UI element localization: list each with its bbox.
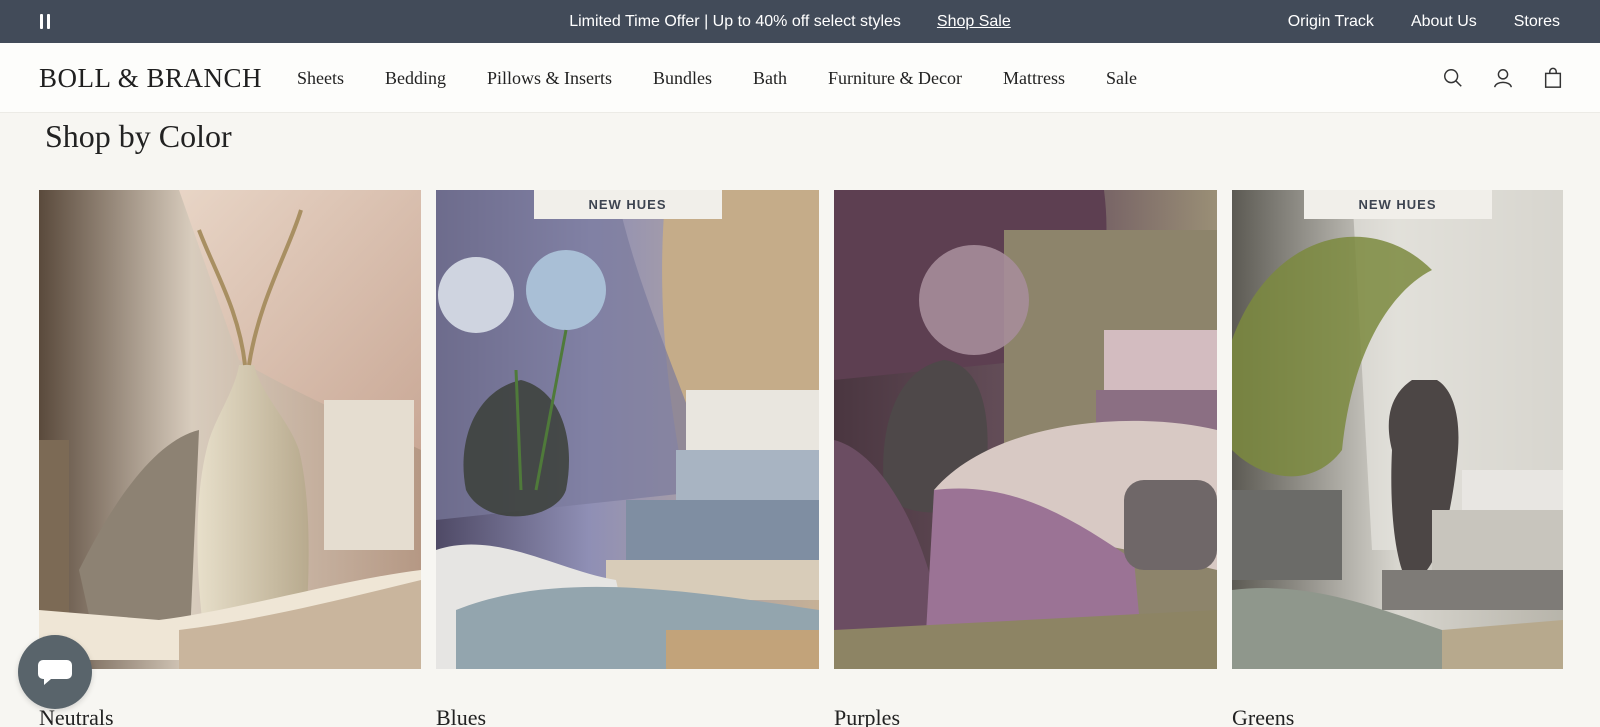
nav-item-bedding[interactable]: Bedding <box>385 68 446 89</box>
utility-link-stores[interactable]: Stores <box>1514 13 1560 31</box>
chat-icon <box>38 660 72 685</box>
neutrals-photo <box>39 190 421 669</box>
purples-photo <box>834 190 1217 669</box>
new-hues-badge: NEW HUES <box>1303 190 1492 219</box>
nav-item-pillows-inserts[interactable]: Pillows & Inserts <box>487 68 612 89</box>
brand-logo[interactable]: BOLL & BRANCH <box>39 63 262 94</box>
site-header: BOLL & BRANCH Sheets Bedding Pillows & I… <box>0 43 1600 113</box>
utility-link-origin-track[interactable]: Origin Track <box>1288 13 1374 31</box>
nav-item-sheets[interactable]: Sheets <box>297 68 344 89</box>
card-label-blues: Blues <box>436 705 487 727</box>
color-card-neutrals[interactable]: Neutrals <box>39 190 421 727</box>
color-card-greens[interactable]: NEW HUES Greens <box>1232 190 1563 727</box>
nav-item-mattress[interactable]: Mattress <box>1003 68 1065 89</box>
color-cards: Neutrals NEW HUES Blues Purples NEW HUES… <box>39 190 1564 727</box>
section-title: Shop by Color <box>45 118 232 154</box>
search-icon[interactable] <box>1442 67 1464 89</box>
utility-link-about-us[interactable]: About Us <box>1411 13 1477 31</box>
nav-item-bath[interactable]: Bath <box>753 68 787 89</box>
bag-icon[interactable] <box>1542 67 1564 89</box>
color-card-purples[interactable]: Purples <box>834 190 1217 727</box>
nav-item-bundles[interactable]: Bundles <box>653 68 712 89</box>
promo-message: Limited Time Offer | Up to 40% off selec… <box>569 12 901 30</box>
announcement-bar: Limited Time Offer | Up to 40% off selec… <box>0 0 1600 43</box>
account-icon[interactable] <box>1492 67 1514 89</box>
nav-item-furniture-decor[interactable]: Furniture & Decor <box>828 68 962 89</box>
utility-nav: Origin Track About Us Stores <box>1288 0 1560 43</box>
card-label-greens: Greens <box>1232 705 1295 727</box>
greens-photo: NEW HUES <box>1232 190 1563 669</box>
shop-sale-link[interactable]: Shop Sale <box>937 13 1011 31</box>
blues-photo: NEW HUES <box>436 190 819 669</box>
header-icons <box>1442 43 1564 113</box>
new-hues-badge: NEW HUES <box>533 190 722 219</box>
card-label-purples: Purples <box>834 705 900 727</box>
color-card-blues[interactable]: NEW HUES Blues <box>436 190 819 727</box>
nav-item-sale[interactable]: Sale <box>1106 68 1137 89</box>
chat-button[interactable] <box>18 635 92 709</box>
main-nav: Sheets Bedding Pillows & Inserts Bundles… <box>297 43 1137 113</box>
